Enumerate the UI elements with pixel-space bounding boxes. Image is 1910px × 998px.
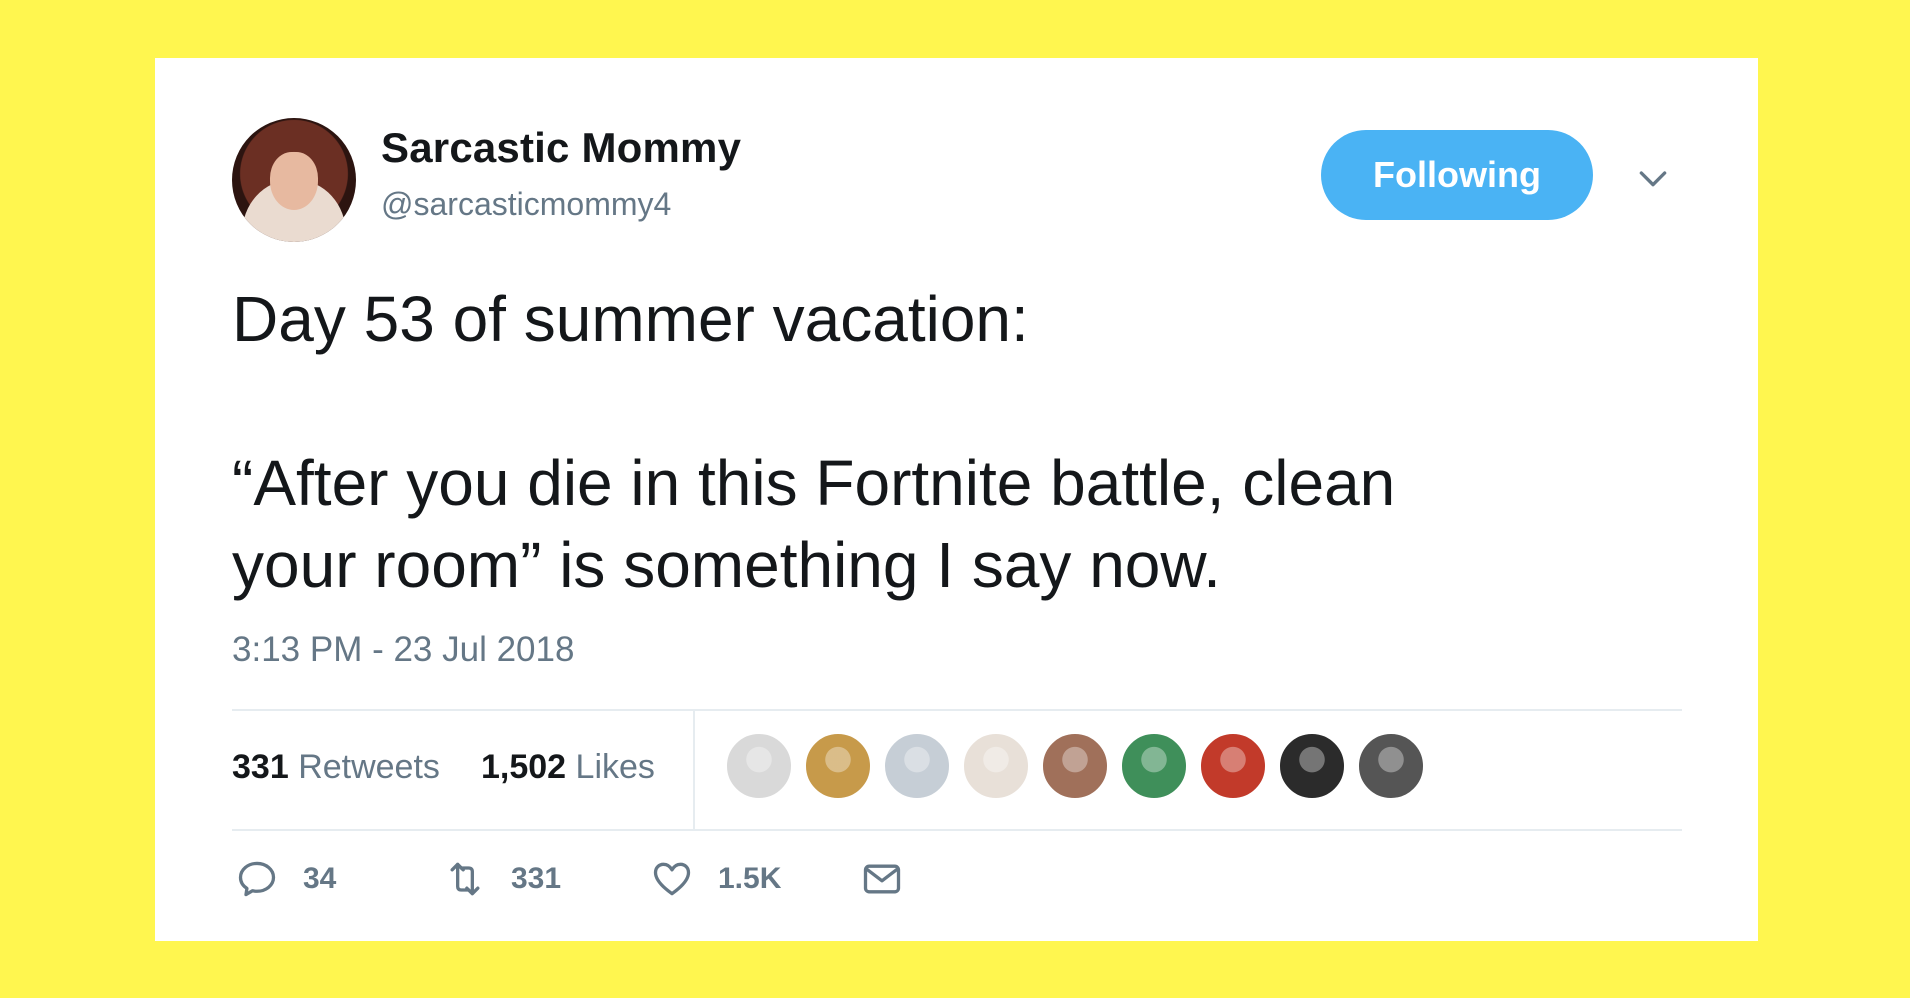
like-count: 1.5K bbox=[718, 862, 782, 895]
divider bbox=[232, 709, 1682, 711]
tweet-text: Day 53 of summer vacation: “After you di… bbox=[232, 283, 1396, 601]
heart-icon bbox=[653, 862, 691, 896]
user-handle[interactable]: @sarcasticmommy4 bbox=[381, 186, 671, 223]
retweet-button[interactable]: 331 bbox=[443, 854, 561, 904]
divider bbox=[232, 829, 1682, 831]
retweet-icon bbox=[450, 862, 480, 896]
stats-divider bbox=[693, 710, 695, 830]
liker-avatar[interactable] bbox=[883, 732, 951, 800]
display-name[interactable]: Sarcastic Mommy bbox=[381, 124, 741, 172]
liker-avatar[interactable] bbox=[1120, 732, 1188, 800]
retweets-label: Retweets bbox=[298, 748, 440, 786]
reply-count: 34 bbox=[303, 862, 337, 895]
liker-avatars bbox=[725, 732, 1436, 800]
likes-stat[interactable]: 1,502 Likes bbox=[481, 748, 655, 787]
following-button[interactable]: Following bbox=[1321, 130, 1593, 220]
avatar[interactable] bbox=[232, 118, 356, 242]
tweet-card: Sarcastic Mommy @sarcasticmommy4 Followi… bbox=[155, 58, 1758, 941]
liker-avatar[interactable] bbox=[1278, 732, 1346, 800]
likes-count: 1,502 bbox=[481, 748, 567, 786]
liker-avatar[interactable] bbox=[962, 732, 1030, 800]
likes-label: Likes bbox=[575, 748, 655, 786]
retweet-count: 331 bbox=[511, 862, 562, 895]
tweet-timestamp[interactable]: 3:13 PM - 23 Jul 2018 bbox=[232, 630, 574, 670]
liker-avatar[interactable] bbox=[725, 732, 793, 800]
chevron-down-icon[interactable] bbox=[1633, 158, 1673, 198]
reply-icon bbox=[238, 861, 276, 897]
liker-avatar[interactable] bbox=[1041, 732, 1109, 800]
retweets-stat[interactable]: 331 Retweets bbox=[232, 748, 440, 787]
envelope-icon bbox=[863, 864, 901, 894]
message-button[interactable] bbox=[860, 854, 904, 904]
retweets-count: 331 bbox=[232, 748, 289, 786]
liker-avatar[interactable] bbox=[804, 732, 872, 800]
liker-avatar[interactable] bbox=[1357, 732, 1425, 800]
reply-button[interactable]: 34 bbox=[235, 854, 336, 904]
liker-avatar[interactable] bbox=[1199, 732, 1267, 800]
like-button[interactable]: 1.5K bbox=[650, 854, 781, 904]
